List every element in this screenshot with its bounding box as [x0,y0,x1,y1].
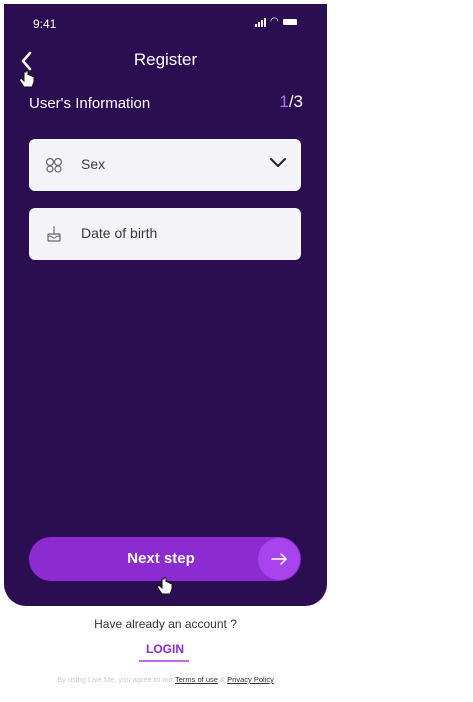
chevron-down-icon [270,158,286,167]
terms-of-use-link[interactable]: Terms of use [175,675,218,684]
next-arrow-button[interactable] [258,538,300,580]
terms-and: & [220,675,226,684]
terms-prefix: By using Live Me, you agree to our [57,675,174,684]
section-title: User's Information [29,95,151,112]
date-of-birth-label: Date of birth [81,225,158,241]
status-icons: ◠ [255,17,297,27]
registration-panel: 9:41 ◠ Register User's Information 1/3 S… [4,4,327,606]
gender-icon [45,157,63,173]
terms-text: By using Live Me, you agree to our Terms… [4,675,327,684]
signal-icon [255,18,266,27]
cake-icon [47,226,61,242]
status-time: 9:41 [33,17,57,31]
next-step-button[interactable]: Next step [29,537,301,581]
login-underline [139,660,189,662]
login-link[interactable]: LOGIN [140,642,190,656]
have-account-text: Have already an account ? [94,617,237,631]
hand-pointer-icon [157,577,173,595]
wifi-icon: ◠ [270,16,279,27]
step-total: /3 [288,92,303,111]
battery-icon [282,19,297,25]
sex-label: Sex [81,156,106,172]
arrow-right-icon [271,553,287,565]
hand-pointer-icon [19,70,35,88]
date-of-birth-field[interactable]: Date of birth [29,208,301,260]
sex-select[interactable]: Sex [29,139,301,191]
phone-screen: 9:41 ◠ Register User's Information 1/3 S… [4,4,327,702]
privacy-policy-link[interactable]: Privacy Policy [227,675,274,684]
page-title: Register [133,50,198,69]
next-step-label: Next step [127,550,195,567]
step-indicator: 1/3 [279,92,303,112]
step-current: 1 [279,92,289,111]
